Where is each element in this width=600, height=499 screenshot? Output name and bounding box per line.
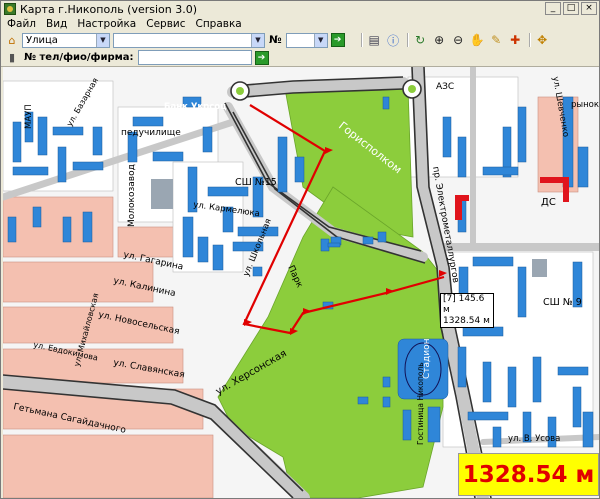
maup-label: МАУП [24,104,34,129]
house-number-label: № [269,34,282,46]
street-name-select[interactable]: ▼ [113,32,265,48]
toolbar-separator [360,33,363,47]
measure-total-text: 1328.54 м [443,316,490,326]
chevron-down-icon[interactable]: ▼ [251,33,264,47]
grey-building [532,259,547,277]
house-number-select[interactable]: ▼ [285,32,328,48]
info-icon[interactable]: ⓘ [385,32,402,48]
minimize-button[interactable]: _ [545,2,561,15]
school-9-label: СШ № 9 [543,297,582,308]
menu-help[interactable]: Справка [191,17,247,31]
menu-service[interactable]: Сервис [142,17,191,31]
total-distance-display: 1328.54 м [458,453,599,496]
close-button[interactable]: × [581,2,597,15]
window-title: Карта г.Никополь (version 3.0) [20,2,198,16]
refresh-icon[interactable]: ↻ [412,32,429,48]
toolbar-separator [528,33,531,47]
hand-pan-icon[interactable]: ✋ [469,32,486,48]
map-svg: Банк Укрсоц педучилище Молокозавод Горис… [3,67,599,498]
search-toolbar: ▮ № тел/фио/фирма: ➔ [1,49,599,67]
map-canvas[interactable]: Банк Укрсоц педучилище Молокозавод Горис… [3,67,599,498]
search-go-button[interactable]: ➔ [254,50,269,65]
market-label: рынок [571,100,599,110]
zoom-out-icon[interactable]: ⊖ [450,32,467,48]
molokozavod-building [151,179,173,209]
menu-file[interactable]: Файл [3,17,42,31]
menu-settings[interactable]: Настройка [73,17,142,31]
school-15-label: СШ №15 [235,177,277,188]
chevron-down-icon[interactable]: ▼ [96,33,109,47]
street-usova: ул. В. Усова [508,434,560,444]
home-icon[interactable]: ⌂ [4,32,20,48]
app-map-icon [4,3,16,15]
molokozavod-label: Молокозавод [127,164,137,227]
pin-icon[interactable]: ✚ [507,32,524,48]
measure-segment-text: [7] 145.6 м [443,294,485,315]
street-type-select[interactable]: Улица ▼ [22,32,110,48]
phonebook-icon: ▮ [8,51,16,64]
search-input[interactable] [137,50,252,65]
bank-label: Банк Укрсоц [164,102,226,112]
ruler-icon[interactable]: ✎ [488,32,505,48]
hotel-label: Гостиница Никополь [416,362,425,445]
measure-tooltip: [7] 145.6 м 1328.54 м [440,293,494,328]
maximize-button[interactable]: □ [563,2,579,15]
chevron-down-icon[interactable]: ▼ [313,33,327,47]
move-icon[interactable]: ✥ [534,32,551,48]
street-type-value: Улица [26,34,58,46]
layers-icon[interactable]: ▤ [366,32,383,48]
menu-view[interactable]: Вид [42,17,73,31]
go-address-button[interactable]: ➔ [330,33,345,47]
ds-label: ДС [541,197,556,208]
toolbar-separator [406,33,409,47]
address-toolbar: ⌂ Улица ▼ ▼ № ▼ ➔ ▤ ⓘ ↻ ⊕ ⊖ ✋ ✎ ✚ ✥ [1,31,599,49]
title-bar[interactable]: Карта г.Никополь (version 3.0) _ □ × [1,1,599,17]
app-window: Карта г.Никополь (version 3.0) _ □ × Фай… [0,0,600,499]
menu-bar: Файл Вид Настройка Сервис Справка [1,17,599,31]
pedagogical-school-label: педучилище [121,128,181,138]
azs-label: АЗС [436,82,454,92]
zoom-in-icon[interactable]: ⊕ [431,32,448,48]
search-label: № тел/фио/фирма: [24,52,134,63]
